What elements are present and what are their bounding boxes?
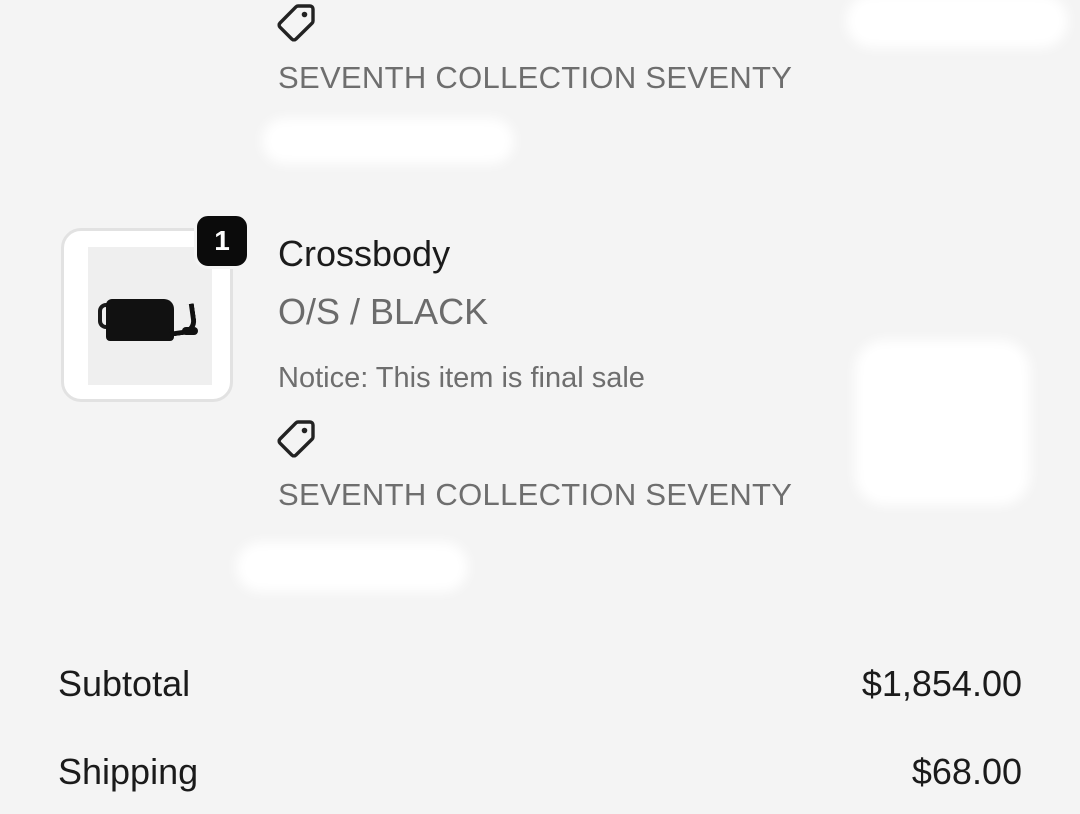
tag-icon bbox=[276, 418, 316, 458]
redaction-mark bbox=[846, 0, 1068, 48]
quantity-badge: 1 bbox=[194, 213, 250, 269]
product-name: Crossbody bbox=[278, 233, 451, 274]
crossbody-bag-image bbox=[106, 299, 174, 341]
shipping-label: Shipping bbox=[58, 751, 199, 792]
shipping-value: $68.00 bbox=[911, 751, 1022, 792]
tag-icon bbox=[276, 2, 316, 42]
product-variant: O/S / BLACK bbox=[278, 291, 489, 332]
redaction-mark bbox=[236, 542, 468, 592]
bag-strap-end bbox=[182, 327, 198, 335]
final-sale-notice: Notice: This item is final sale bbox=[278, 362, 645, 394]
redaction-mark bbox=[855, 340, 1030, 505]
subtotal-label: Subtotal bbox=[58, 663, 191, 704]
discount-code-label: SEVENTH COLLECTION SEVENTY bbox=[278, 477, 793, 512]
subtotal-value: $1,854.00 bbox=[861, 663, 1022, 704]
discount-code-label: SEVENTH COLLECTION SEVENTY bbox=[278, 60, 793, 95]
redaction-mark bbox=[262, 118, 514, 164]
